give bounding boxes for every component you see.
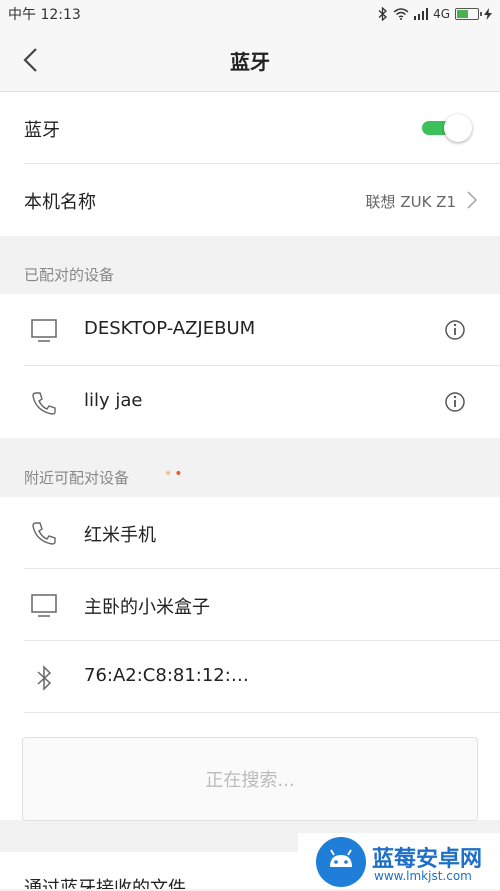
device-name: 红米手机 xyxy=(84,525,156,546)
paired-device-row[interactable]: lily jae xyxy=(0,366,500,438)
bluetooth-toggle[interactable] xyxy=(422,114,472,142)
device-name-label: 本机名称 xyxy=(24,192,96,213)
phone-icon xyxy=(32,522,56,545)
available-device-row[interactable]: 76:A2:C8:81:12:… xyxy=(0,641,500,713)
device-name: DESKTOP-AZJEBUM xyxy=(84,318,256,339)
signal-icon xyxy=(414,8,429,20)
watermark-url: www.lmkjst.com xyxy=(374,869,472,883)
available-device-row[interactable]: 主卧的小米盒子 xyxy=(0,569,500,641)
bluetooth-status-icon xyxy=(378,7,388,21)
chevron-right-icon xyxy=(467,191,478,209)
status-time: 中午 12:13 xyxy=(8,7,81,23)
received-files-label: 通过蓝牙接收的文件 xyxy=(24,878,186,889)
info-icon[interactable] xyxy=(444,391,466,413)
bluetooth-icon xyxy=(37,665,52,691)
device-name-value: 联想 ZUK Z1 xyxy=(365,193,456,211)
available-section-title: 附近可配对设备 xyxy=(24,469,130,487)
device-name: 76:A2:C8:81:12:… xyxy=(84,665,249,686)
charging-icon xyxy=(484,8,492,20)
available-device-row[interactable]: 红米手机 xyxy=(0,497,500,569)
status-icons: 4G xyxy=(378,7,492,21)
paired-device-row[interactable]: DESKTOP-AZJEBUM xyxy=(0,294,500,366)
monitor-icon xyxy=(31,594,57,617)
loading-dots: •• xyxy=(164,466,185,482)
wifi-icon xyxy=(393,8,409,20)
battery-icon xyxy=(455,8,482,20)
phone-icon xyxy=(32,392,56,415)
status-bar: 中午 12:13 4G xyxy=(0,0,500,28)
toggle-knob xyxy=(444,114,472,142)
bluetooth-label: 蓝牙 xyxy=(24,120,60,141)
paired-section-title: 已配对的设备 xyxy=(24,266,115,284)
device-name: lily jae xyxy=(84,390,143,411)
searching-label: 正在搜索... xyxy=(205,770,295,791)
monitor-icon xyxy=(31,319,57,342)
searching-button[interactable]: 正在搜索... xyxy=(22,737,478,821)
watermark: 蓝莓安卓网 www.lmkjst.com xyxy=(298,833,500,889)
device-name-row[interactable]: 本机名称 联想 ZUK Z1 xyxy=(0,164,500,236)
info-icon[interactable] xyxy=(444,319,466,341)
android-logo-icon xyxy=(316,837,366,887)
app-header: 蓝牙 xyxy=(0,28,500,92)
network-type: 4G xyxy=(433,7,450,21)
page-title: 蓝牙 xyxy=(230,50,270,74)
device-name: 主卧的小米盒子 xyxy=(84,597,210,618)
bluetooth-toggle-row[interactable]: 蓝牙 xyxy=(0,92,500,164)
